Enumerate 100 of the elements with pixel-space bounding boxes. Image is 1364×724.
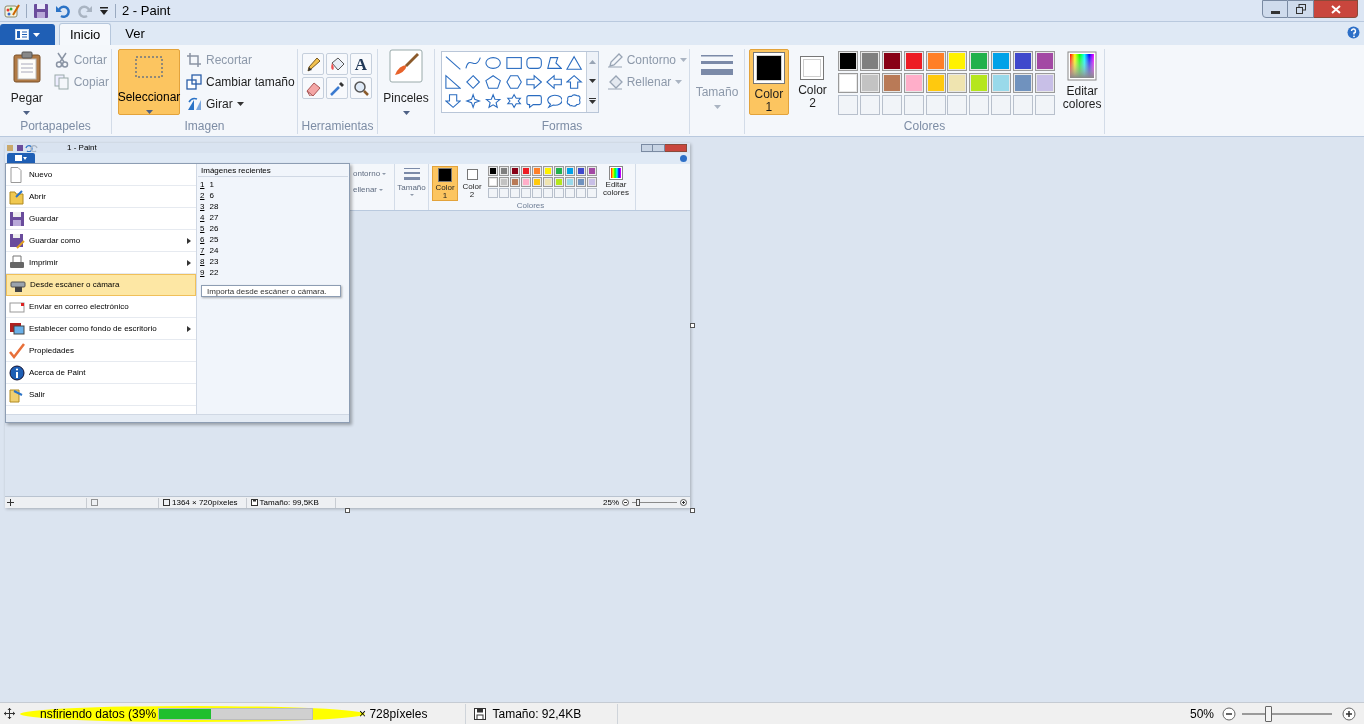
color-swatch[interactable]: [971, 53, 988, 69]
ribbon-tab[interactable]: Ver: [115, 23, 155, 45]
left-arrow-icon[interactable]: [546, 74, 563, 90]
color-swatch[interactable]: [992, 75, 1009, 91]
color-swatch[interactable]: [523, 179, 529, 185]
menu-item[interactable]: Desde escáner o cámara: [6, 274, 196, 296]
zoom-out-icon[interactable]: [622, 499, 629, 506]
menu-item[interactable]: Abrir: [6, 186, 196, 208]
color-swatch[interactable]: [556, 168, 562, 174]
color-swatch[interactable]: [1036, 53, 1053, 69]
select-button[interactable]: Seleccionar: [118, 49, 180, 115]
file-menu-button[interactable]: [0, 24, 55, 45]
menu-item[interactable]: Guardar como: [6, 230, 196, 252]
paint-bucket-tool-button[interactable]: [326, 53, 348, 75]
right-arrow-icon[interactable]: [525, 74, 543, 90]
five-point-star-icon[interactable]: [485, 93, 502, 109]
menu-item[interactable]: Guardar: [6, 208, 196, 230]
resize-handle[interactable]: [345, 508, 350, 513]
eraser-tool-button[interactable]: [302, 77, 324, 99]
color-swatch[interactable]: [534, 179, 540, 185]
right-triangle-icon[interactable]: [445, 74, 462, 90]
scroll-up-icon[interactable]: [588, 59, 596, 64]
pentagon-icon[interactable]: [485, 74, 502, 90]
rectangle-icon[interactable]: [505, 55, 522, 71]
color-swatch[interactable]: [862, 75, 879, 91]
color-swatch[interactable]: [589, 168, 595, 174]
file-menu-button[interactable]: [7, 153, 35, 163]
help-icon[interactable]: [1347, 26, 1360, 39]
rounded-callout-icon[interactable]: [525, 93, 543, 109]
ribbon-button[interactable]: Cambiar tamaño: [184, 71, 297, 93]
resize-handle[interactable]: [690, 508, 695, 513]
menu-item[interactable]: Establecer como fondo de escritorio: [6, 318, 196, 340]
color-swatch[interactable]: [501, 179, 507, 185]
restore-button[interactable]: [1288, 0, 1314, 18]
down-arrow-icon[interactable]: [445, 93, 462, 109]
recent-file-link[interactable]: 23: [209, 255, 219, 268]
fill-button[interactable]: ellenar: [353, 184, 394, 196]
scroll-down-icon[interactable]: [588, 79, 596, 83]
rounded-rectangle-icon[interactable]: [525, 55, 543, 71]
minimize-button[interactable]: [1262, 0, 1288, 18]
color-swatch[interactable]: [840, 75, 857, 91]
hexagon-icon[interactable]: [505, 74, 522, 90]
color-swatch[interactable]: [949, 53, 966, 69]
color-swatch[interactable]: [567, 168, 573, 174]
polygon-icon[interactable]: [546, 55, 563, 71]
color-swatch[interactable]: [567, 179, 573, 185]
recent-file-link[interactable]: 24: [209, 244, 219, 257]
menu-item[interactable]: Nuevo: [6, 164, 196, 186]
help-icon[interactable]: [680, 155, 687, 162]
cloud-callout-icon[interactable]: [566, 93, 583, 109]
color-swatch[interactable]: [883, 75, 900, 91]
color-swatch[interactable]: [1014, 75, 1031, 91]
color-swatch[interactable]: [523, 168, 529, 174]
save-icon[interactable]: [33, 2, 49, 19]
zoom-in-icon[interactable]: [680, 499, 687, 506]
four-point-star-icon[interactable]: [465, 93, 482, 109]
color-swatch[interactable]: [992, 53, 1009, 69]
color-swatch[interactable]: [927, 53, 944, 69]
expand-gallery-icon[interactable]: [588, 98, 596, 105]
text-tool-button[interactable]: A: [350, 53, 372, 75]
six-point-star-icon[interactable]: [505, 93, 522, 109]
zoom-in-icon[interactable]: [1342, 706, 1356, 721]
zoom-out-icon[interactable]: [1222, 706, 1236, 721]
close-button[interactable]: [1314, 0, 1358, 18]
recent-file-link[interactable]: 26: [209, 222, 219, 235]
color-swatch[interactable]: [927, 75, 944, 91]
curve-icon[interactable]: [465, 55, 482, 71]
edit-colors-button[interactable]: Editar colores: [600, 166, 632, 201]
color-swatch[interactable]: [578, 168, 584, 174]
recent-file-link[interactable]: 6: [209, 189, 214, 202]
resize-handle[interactable]: [690, 323, 695, 328]
color-swatch[interactable]: [545, 179, 551, 185]
ribbon-tab[interactable]: Inicio: [59, 23, 112, 45]
pencil-tool-button[interactable]: [302, 53, 324, 75]
color-swatch[interactable]: [840, 53, 857, 69]
magnifier-tool-button[interactable]: [350, 77, 372, 99]
color-swatch[interactable]: [490, 168, 496, 174]
diamond-icon[interactable]: [465, 74, 482, 90]
menu-item[interactable]: Salir: [6, 384, 196, 406]
color-swatch[interactable]: [578, 179, 584, 185]
color-picker-tool-button[interactable]: [326, 77, 348, 99]
up-arrow-icon[interactable]: [566, 74, 583, 90]
edit-colors-button[interactable]: Editar colores: [1060, 49, 1104, 118]
customize-dropdown-icon[interactable]: [99, 5, 109, 16]
color-swatch[interactable]: [490, 179, 496, 185]
color-swatch[interactable]: [501, 168, 507, 174]
paste-button[interactable]: Pegar: [4, 49, 50, 118]
zoom-slider[interactable]: [1242, 705, 1332, 722]
color-swatch[interactable]: [534, 168, 540, 174]
color-swatch[interactable]: [905, 53, 922, 69]
color-swatch[interactable]: [589, 179, 595, 185]
color-swatch[interactable]: [1014, 53, 1031, 69]
recent-file-link[interactable]: 27: [209, 211, 219, 224]
color-swatch[interactable]: [545, 168, 551, 174]
line-icon[interactable]: [445, 55, 462, 71]
brushes-button[interactable]: Pinceles: [381, 49, 431, 118]
color-swatch[interactable]: [1036, 75, 1053, 91]
color-button[interactable]: Color 1: [432, 166, 458, 201]
triangle-icon[interactable]: [566, 55, 583, 71]
oval-icon[interactable]: [485, 55, 502, 71]
